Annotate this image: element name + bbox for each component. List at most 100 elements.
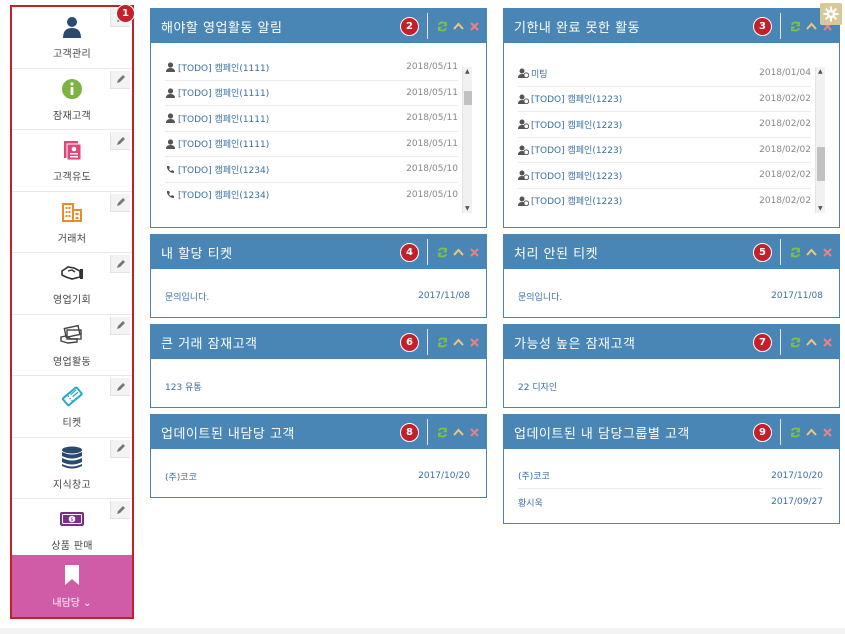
phone-icon	[165, 189, 176, 200]
cash-icon: $	[59, 506, 85, 532]
sidebar-item-opportunities[interactable]: 영업기회	[12, 253, 132, 315]
refresh-icon[interactable]	[789, 426, 801, 438]
list-item[interactable]: 문의입니다. 2017/11/08	[518, 283, 823, 309]
edit-pencil-icon[interactable]	[110, 255, 130, 273]
refresh-icon[interactable]	[436, 336, 448, 348]
widget-updated-group-customers: 업데이트된 내 담당그룹별 고객 9 (주)코코 2017/10/20 황시욱 20…	[503, 414, 840, 524]
refresh-icon[interactable]	[789, 246, 801, 258]
list-item[interactable]: 문의입니다. 2017/11/08	[165, 283, 470, 309]
list-item[interactable]: [TODO] 캠페인(1111) 2018/05/11	[165, 106, 458, 132]
widget-big-deal-prospects: 큰 거래 잠재고객 6 123 유통	[150, 324, 487, 408]
sidebar-item-my-assigned[interactable]: 내담당 ⌄	[12, 555, 132, 617]
person-icon	[165, 62, 176, 73]
close-icon[interactable]	[821, 246, 833, 258]
widget-likely-prospects: 가능성 높은 잠재고객 7 22 디자인	[503, 324, 840, 408]
info-icon	[59, 76, 85, 102]
user-clock-icon	[518, 170, 529, 181]
chevron-up-icon[interactable]	[452, 246, 464, 258]
widget-header: 해야할 영업활동 알림 2	[151, 9, 486, 43]
edit-pencil-icon[interactable]	[110, 378, 130, 396]
list-item[interactable]: (주)코코 2017/10/20	[165, 463, 470, 489]
list-item[interactable]: [TODO] 캠페인(1223) 2018/02/02	[518, 112, 811, 138]
edit-pencil-icon[interactable]	[110, 132, 130, 150]
widget-header: 가능성 높은 잠재고객 7	[504, 325, 839, 359]
callout-badge: 5	[753, 242, 772, 262]
sidebar-item-leads[interactable]: 고객유도	[12, 130, 132, 192]
sidebar-item-label: 티켓	[62, 418, 82, 430]
refresh-icon[interactable]	[436, 246, 448, 258]
list-item[interactable]: [TODO] 캠페인(1223) 2018/02/02	[518, 189, 811, 209]
person-icon	[165, 87, 176, 98]
edit-pencil-icon[interactable]	[110, 501, 130, 519]
edit-pencil-icon[interactable]	[110, 439, 130, 458]
refresh-icon[interactable]	[789, 20, 801, 32]
close-icon[interactable]	[821, 426, 833, 438]
close-icon[interactable]	[468, 246, 480, 258]
sidebar-item-accounts[interactable]: 거래처	[12, 192, 132, 253]
callout-badge: 2	[400, 16, 419, 36]
widget-header: 큰 거래 잠재고객 6	[151, 325, 486, 359]
list-item[interactable]: 22 디자인	[518, 373, 823, 399]
chevron-up-icon[interactable]	[452, 336, 464, 348]
sidebar-item-tickets[interactable]: 티켓	[12, 376, 132, 438]
list-item[interactable]: [TODO] 캠페인(1111) 2018/05/11	[165, 132, 458, 157]
refresh-icon[interactable]	[436, 20, 448, 32]
sidebar-item-label: 지식창고	[53, 479, 91, 491]
list-item[interactable]: 미팅 2018/01/04	[518, 61, 811, 87]
list-item[interactable]: [TODO] 캠페인(1234) 2018/05/10	[165, 157, 458, 183]
callout-badge: 7	[753, 332, 772, 352]
user-clock-icon	[518, 119, 529, 130]
list-item[interactable]: [TODO] 캠페인(1111) 2018/05/11	[165, 55, 458, 81]
list-item[interactable]: [TODO] 캠페인(1111) 2018/05/11	[165, 81, 458, 106]
close-icon[interactable]	[468, 20, 480, 32]
close-icon[interactable]	[468, 426, 480, 438]
refresh-icon[interactable]	[436, 426, 448, 438]
callout-badge: 1	[116, 4, 135, 23]
list-item[interactable]: [TODO] 캠페인(1223) 2018/02/02	[518, 87, 811, 112]
sidebar-item-product-sales[interactable]: $ 상품 판매	[12, 499, 132, 561]
chevron-up-icon[interactable]	[805, 246, 817, 258]
user-clock-icon	[518, 144, 529, 155]
sidebar-item-prospects[interactable]: 잠재고객	[12, 69, 132, 130]
chevron-up-icon[interactable]	[805, 426, 817, 438]
widget-updated-my-customers: 업데이트된 내담당 고객 8 (주)코코 2017/10/20	[150, 414, 487, 498]
bookmark-icon	[63, 564, 81, 590]
widget-header: 처리 안된 티켓 5	[504, 235, 839, 269]
chevron-up-icon[interactable]	[452, 426, 464, 438]
sidebar-item-label: 잠재고객	[53, 110, 91, 122]
person-icon	[165, 113, 176, 124]
widget-overdue-activities: 기한내 완료 못한 활동 3 미팅 2018/01/04 [TODO] 캠페인(1…	[503, 8, 840, 228]
refresh-icon[interactable]	[789, 336, 801, 348]
scrollbar[interactable]: ▲ ▼	[462, 67, 472, 213]
ticket-icon	[59, 383, 85, 409]
list-item[interactable]: [TODO] 캠페인(1234) 2018/05/10	[165, 183, 458, 203]
contact-card-icon	[59, 137, 85, 163]
person-icon	[59, 14, 85, 40]
sidebar-item-customers[interactable]: 고객관리	[12, 7, 132, 69]
edit-pencil-icon[interactable]	[110, 193, 130, 212]
list-item[interactable]: 황시욱 2017/09/27	[518, 489, 823, 515]
user-clock-icon	[518, 195, 529, 206]
edit-pencil-icon[interactable]	[110, 70, 130, 89]
list-item[interactable]: 123 유통	[165, 373, 470, 399]
person-icon	[165, 138, 176, 149]
settings-gear-icon[interactable]	[820, 3, 842, 25]
chevron-up-icon[interactable]	[805, 20, 817, 32]
list-item[interactable]: (주)코코 2017/10/20	[518, 463, 823, 489]
list-item[interactable]: [TODO] 캠페인(1223) 2018/02/02	[518, 138, 811, 163]
sidebar-item-label: 영업활동	[53, 356, 91, 368]
list-item[interactable]: [TODO] 캠페인(1223) 2018/02/02	[518, 163, 811, 189]
widget-unresolved-tickets: 처리 안된 티켓 5 문의입니다. 2017/11/08	[503, 234, 840, 318]
chevron-up-icon[interactable]	[805, 336, 817, 348]
sidebar-active-label: 내담당 ⌄	[52, 597, 92, 609]
callout-badge: 9	[753, 422, 772, 442]
sidebar-item-knowledge-base[interactable]: 지식창고	[12, 438, 132, 499]
scrollbar[interactable]: ▲ ▼	[815, 67, 825, 213]
edit-pencil-icon[interactable]	[110, 316, 130, 335]
close-icon[interactable]	[468, 336, 480, 348]
chevron-up-icon[interactable]	[452, 20, 464, 32]
close-icon[interactable]	[821, 336, 833, 348]
sidebar-item-activities[interactable]: 영업활동	[12, 315, 132, 376]
widget-todo-activities: 해야할 영업활동 알림 2 [TODO] 캠페인(1111) 2018/05/11…	[150, 8, 487, 228]
widget-header: 내 할당 티켓 4	[151, 235, 486, 269]
